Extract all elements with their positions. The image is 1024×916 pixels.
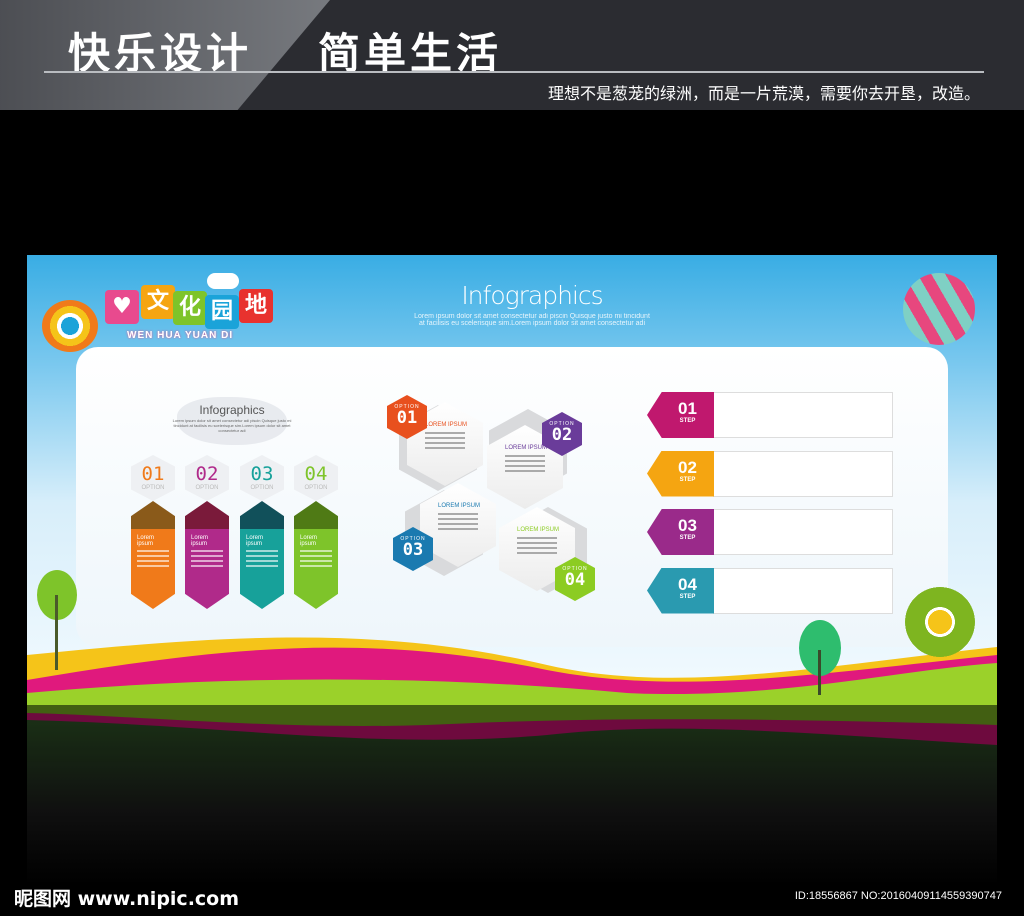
column-body: Lorem ipsum — [185, 501, 229, 609]
tree-trunk — [55, 595, 58, 670]
poster-title: Infographics — [461, 281, 603, 310]
option-heading: LOREM IPSUM — [517, 527, 560, 533]
column-heading: Lorem ipsum — [137, 535, 155, 547]
column-heading: Lorem ipsum — [246, 535, 264, 547]
column-label: OPTION — [141, 485, 165, 491]
poster-reflection — [27, 705, 997, 885]
column-number-hex: 03 OPTION — [240, 455, 284, 501]
cloud-icon — [207, 273, 239, 289]
column-number-hex: 01 OPTION — [131, 455, 175, 501]
sunflower-icon — [905, 587, 975, 657]
column-body: Lorem ipsum — [131, 501, 175, 609]
step-label: STEP — [679, 593, 696, 600]
reflection-waves — [27, 705, 997, 745]
poster-subtitle: Lorem ipsum dolor sit amet consectetur a… — [414, 313, 650, 327]
columns-subtitle: Lorem ipsum dolor sit amet consectetur a… — [172, 418, 292, 433]
option-heading: LOREM IPSUM — [425, 422, 468, 428]
column-number: 03 — [250, 463, 274, 485]
step-label: STEP — [679, 535, 696, 541]
column-number: 02 — [195, 463, 219, 485]
column-label: OPTION — [304, 485, 328, 491]
balloon-icon — [903, 273, 975, 345]
option-badge-number: 03 — [402, 540, 424, 560]
step-number: 03 — [678, 516, 697, 535]
logo-block: 文 — [141, 285, 175, 319]
option-column: 02 OPTION Lorem ipsum — [185, 455, 229, 609]
header-banner: 快乐设计 简单生活 理想不是葱茏的绿洲，而是一片荒漠，需要你去开垦，改造。 — [0, 0, 1024, 110]
column-body: Lorem ipsum — [294, 501, 338, 609]
column-number-hex: 02 OPTION — [185, 455, 229, 501]
column-number: 01 — [141, 463, 165, 485]
option-badge-number: 01 — [396, 408, 418, 428]
column-heading: Lorem ipsum — [191, 535, 209, 547]
step-label: STEP — [679, 418, 696, 424]
flower-icon — [42, 300, 98, 352]
column-number: 04 — [304, 463, 328, 485]
logo-block: 园 — [205, 295, 239, 329]
option-column: 04 OPTION Lorem ipsum — [294, 455, 338, 609]
step-number: 02 — [678, 457, 697, 477]
slogan: 理想不是葱茏的绿洲，而是一片荒漠，需要你去开垦，改造。 — [547, 84, 980, 103]
column-number-hex: 04 OPTION — [294, 455, 338, 501]
step-box — [713, 392, 893, 438]
watermark: 昵图网 www.nipic.com — [14, 888, 240, 910]
logo-pinyin: WEN HUA YUAN DI — [127, 330, 234, 341]
option-badge-number: 02 — [551, 425, 573, 445]
ground-waves — [27, 637, 997, 705]
step-box — [713, 509, 893, 555]
column-body: Lorem ipsum — [240, 501, 284, 609]
tree-trunk — [818, 650, 821, 695]
option-heading: LOREM IPSUM — [505, 445, 548, 451]
column-label: OPTION — [250, 485, 274, 491]
columns-title: Infographics — [199, 403, 265, 417]
image-id: ID:18556867 NO:20160409114559390747 — [794, 890, 1002, 902]
option-heading: LOREM IPSUM — [438, 503, 481, 509]
option-column: 01 OPTION Lorem ipsum — [131, 455, 175, 609]
step-number: 01 — [678, 399, 697, 418]
column-heading: Lorem ipsum — [300, 535, 318, 547]
option-badge-number: 04 — [564, 570, 586, 590]
logo-block: 化 — [173, 291, 207, 325]
poster: ♥ 文 化 园 地 WEN HUA YUAN DI Infographics L… — [27, 255, 997, 705]
logo-block: ♥ — [105, 290, 139, 324]
step-number: 04 — [678, 574, 697, 594]
step-label: STEP — [679, 476, 696, 483]
step-box — [713, 567, 893, 614]
divider — [44, 71, 984, 73]
column-label: OPTION — [195, 485, 219, 491]
logo-block: 地 — [239, 289, 273, 323]
option-column: 03 OPTION Lorem ipsum — [240, 455, 284, 609]
step-box — [713, 450, 893, 497]
